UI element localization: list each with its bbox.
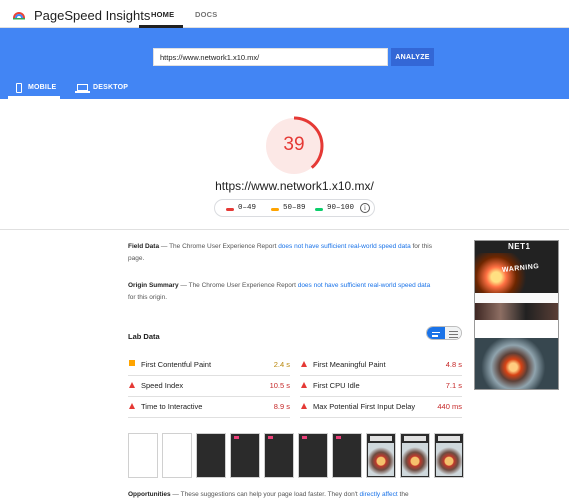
filmstrip-frame (230, 433, 260, 478)
origin-summary-dash: — (180, 282, 187, 289)
legend-average-range: 50–89 (283, 204, 306, 212)
page-screenshot-thumbnail[interactable]: NET1 WARNING (474, 240, 559, 390)
opportunities-link[interactable]: directly affect (360, 491, 398, 498)
filmstrip-frame (400, 433, 430, 478)
metric-value: 440 ms (437, 402, 462, 411)
field-data-link[interactable]: does not have sufficient real-world spee… (278, 243, 411, 250)
metric-first-contentful-paint: First Contentful Paint 2.4 s (128, 355, 290, 376)
url-header: ANALYZE MOBILE DESKTOP (0, 28, 569, 99)
legend-fail-range: 0–49 (238, 204, 257, 212)
thumbnail-strip (475, 293, 558, 303)
app-title: PageSpeed Insights (34, 8, 151, 23)
metric-label: Time to Interactive (141, 402, 203, 411)
smartphone-icon (16, 83, 22, 93)
average-square-icon (129, 360, 135, 366)
filmstrip-frame (196, 433, 226, 478)
metric-label: Max Potential First Input Delay (313, 402, 416, 411)
metric-first-cpu-idle: First CPU Idle 7.1 s (300, 376, 462, 397)
metric-max-potential-fid: Max Potential First Input Delay 440 ms (300, 397, 462, 418)
legend-pass-range: 90–100 (327, 204, 355, 212)
opportunities-section: Opportunities — These suggestions can he… (128, 489, 428, 500)
info-icon[interactable]: i (360, 203, 370, 213)
thumbnail-row-image (475, 303, 558, 320)
legend-average-marker (271, 208, 279, 211)
fail-triangle-icon (129, 382, 135, 388)
section-divider (0, 229, 569, 230)
origin-summary-section: Origin Summary — The Chrome User Experie… (128, 280, 438, 304)
metric-value: 2.4 s (273, 360, 290, 369)
tab-home[interactable]: HOME (151, 10, 174, 19)
fail-triangle-icon (301, 403, 307, 409)
origin-summary-text-end: for this origin. (128, 294, 168, 301)
fail-triangle-icon (301, 382, 307, 388)
filmstrip-frame (366, 433, 396, 478)
thumbnail-hero-image (475, 253, 558, 293)
filmstrip-frame (128, 433, 158, 478)
legend-pass-marker (315, 208, 323, 211)
filmstrip-frame (298, 433, 328, 478)
metric-label: First CPU Idle (313, 381, 360, 390)
fail-triangle-icon (129, 403, 135, 409)
metric-label: First Meaningful Paint (313, 360, 386, 369)
score-legend: 0–49 50–89 90–100 i (214, 199, 375, 217)
lab-data-title: Lab Data (128, 332, 160, 341)
tested-url: https://www.network1.x10.mx/ (215, 179, 374, 193)
metric-first-meaningful-paint: First Meaningful Paint 4.8 s (300, 355, 462, 376)
top-app-bar: PageSpeed Insights HOME DOCS (0, 0, 569, 28)
device-tab-indicator (8, 96, 60, 99)
thumbnail-bottom-image (475, 338, 558, 389)
opportunities-text-end: the (399, 491, 409, 498)
tab-mobile[interactable]: MOBILE (28, 84, 56, 91)
metric-value: 10.5 s (269, 381, 290, 390)
metric-value: 8.9 s (273, 402, 290, 411)
thumbnail-row-blank (475, 320, 558, 338)
origin-summary-link[interactable]: does not have sufficient real-world spee… (298, 282, 431, 289)
url-input[interactable] (153, 48, 388, 66)
filmstrip-frame (162, 433, 192, 478)
field-data-title: Field Data (128, 243, 160, 250)
opportunities-dash: — (172, 491, 179, 498)
metric-speed-index: Speed Index 10.5 s (128, 376, 290, 397)
tab-desktop[interactable]: DESKTOP (93, 84, 128, 91)
opportunities-text: These suggestions can help your page loa… (180, 491, 358, 498)
thumbnail-logo: NET1 (508, 242, 531, 251)
tab-docs[interactable]: DOCS (195, 10, 217, 19)
opportunities-title: Opportunities (128, 491, 171, 498)
desktop-icon (75, 84, 90, 93)
metric-time-to-interactive: Time to Interactive 8.9 s (128, 397, 290, 418)
performance-score: 39 (283, 134, 305, 155)
metric-label: First Contentful Paint (141, 360, 212, 369)
filmstrip-frame (264, 433, 294, 478)
metrics-view-toggle[interactable] (426, 326, 462, 340)
origin-summary-title: Origin Summary (128, 282, 179, 289)
pagespeed-logo-icon (13, 12, 25, 20)
filmstrip-frame (332, 433, 362, 478)
metric-value: 4.8 s (445, 360, 462, 369)
compact-view-button[interactable] (427, 327, 445, 339)
filmstrip-frame (434, 433, 464, 478)
field-data-text: The Chrome User Experience Report (169, 243, 277, 250)
origin-summary-text: The Chrome User Experience Report (188, 282, 296, 289)
fail-triangle-icon (301, 361, 307, 367)
field-data-section: Field Data — The Chrome User Experience … (128, 241, 438, 265)
analyze-button[interactable]: ANALYZE (391, 48, 434, 66)
legend-fail-marker (226, 208, 234, 211)
field-data-dash: — (160, 243, 168, 250)
metric-label: Speed Index (141, 381, 184, 390)
expanded-view-button[interactable] (445, 327, 461, 339)
metric-value: 7.1 s (445, 381, 462, 390)
